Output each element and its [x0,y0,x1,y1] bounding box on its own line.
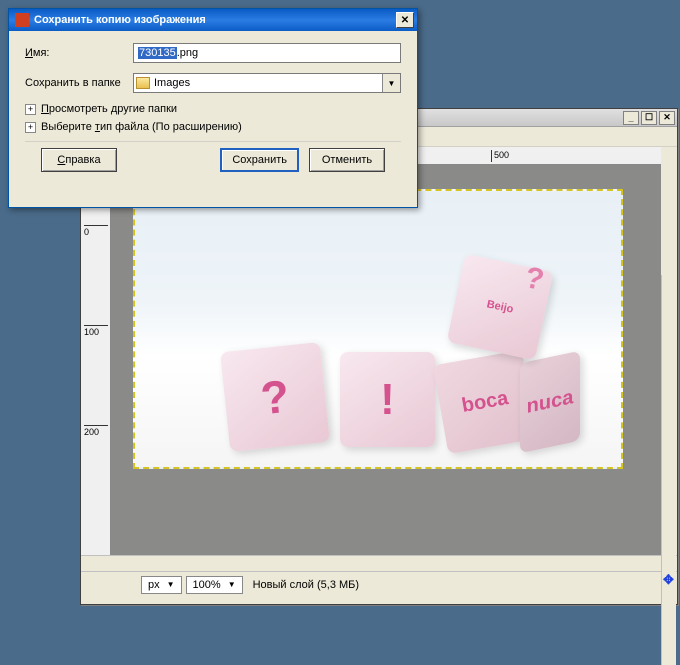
folder-row: Сохранить в папке Images ▼ [25,73,401,93]
scroll-corner [81,556,111,571]
filename-input[interactable]: 730135.png [133,43,401,63]
units-selector[interactable]: px ▼ [141,576,182,594]
canvas[interactable]: ? ! boca nuca Beijo? [111,165,661,555]
canvas-area: -100 0 100 200 ? ! boca nuca Beijo? [81,165,677,555]
zoom-selector[interactable]: 100% ▼ [186,576,243,594]
folder-value: Images [154,77,190,89]
save-dialog: Сохранить копию изображения ✕ Имя: 73013… [8,8,418,208]
browse-expander-label: Просмотреть другие папки [41,103,177,115]
close-icon[interactable]: ✕ [396,12,414,28]
folder-icon [136,77,150,89]
browse-expander[interactable]: + Просмотреть другие папки [25,103,401,115]
help-button[interactable]: Справка [41,148,117,172]
folder-label: Сохранить в папке [25,77,133,89]
dice-image: ? [220,342,330,452]
dice-image: nuca [520,351,580,454]
filetype-expander[interactable]: + Выберите тип файла (По расширению) [25,121,401,133]
filename-ext: .png [177,47,198,59]
scrollbar-vertical[interactable] [661,275,676,665]
filename-selected: 730135 [138,47,177,59]
dialog-titlebar[interactable]: Сохранить копию изображения ✕ [9,9,417,31]
zoom-value: 100% [193,579,221,591]
ruler-tick: 200 [84,425,108,437]
cancel-button[interactable]: Отменить [309,148,385,172]
dialog-body: Имя: 730135.png Сохранить в папке Images… [9,31,417,182]
pan-icon[interactable]: ✥ [661,572,676,587]
maximize-button[interactable]: ☐ [641,111,657,125]
dice-image: Beijo? [447,254,554,361]
filename-label: Имя: [25,47,133,59]
units-value: px [148,579,160,591]
image-selection[interactable]: ? ! boca nuca Beijo? [133,189,623,469]
statusbar: px ▼ 100% ▼ Новый слой (5,3 МБ) [81,571,677,597]
chevron-down-icon: ▼ [228,580,236,589]
ruler-vertical[interactable]: -100 0 100 200 [81,165,111,555]
filename-row: Имя: 730135.png [25,43,401,63]
plus-icon[interactable]: + [25,122,36,133]
folder-combobox[interactable]: Images ▼ [133,73,401,93]
scrollbar-horizontal[interactable] [111,556,661,571]
dialog-title: Сохранить копию изображения [34,14,206,26]
ruler-tick: 0 [84,225,108,237]
save-button[interactable]: Сохранить [220,148,299,172]
plus-icon[interactable]: + [25,104,36,115]
close-button[interactable]: ✕ [659,111,675,125]
ruler-tick: 100 [84,325,108,337]
dialog-footer: Справка Сохранить Отменить [25,141,401,172]
minimize-button[interactable]: _ [623,111,639,125]
chevron-down-icon[interactable]: ▼ [382,74,400,92]
scrollbar-horizontal-row [81,555,677,571]
dice-image: ! [340,352,435,447]
ruler-tick: 500 [491,150,509,162]
layer-status: Новый слой (5,3 МБ) [247,577,365,593]
chevron-down-icon: ▼ [167,580,175,589]
app-icon [15,13,29,27]
filetype-expander-label: Выберите тип файла (По расширению) [41,121,242,133]
